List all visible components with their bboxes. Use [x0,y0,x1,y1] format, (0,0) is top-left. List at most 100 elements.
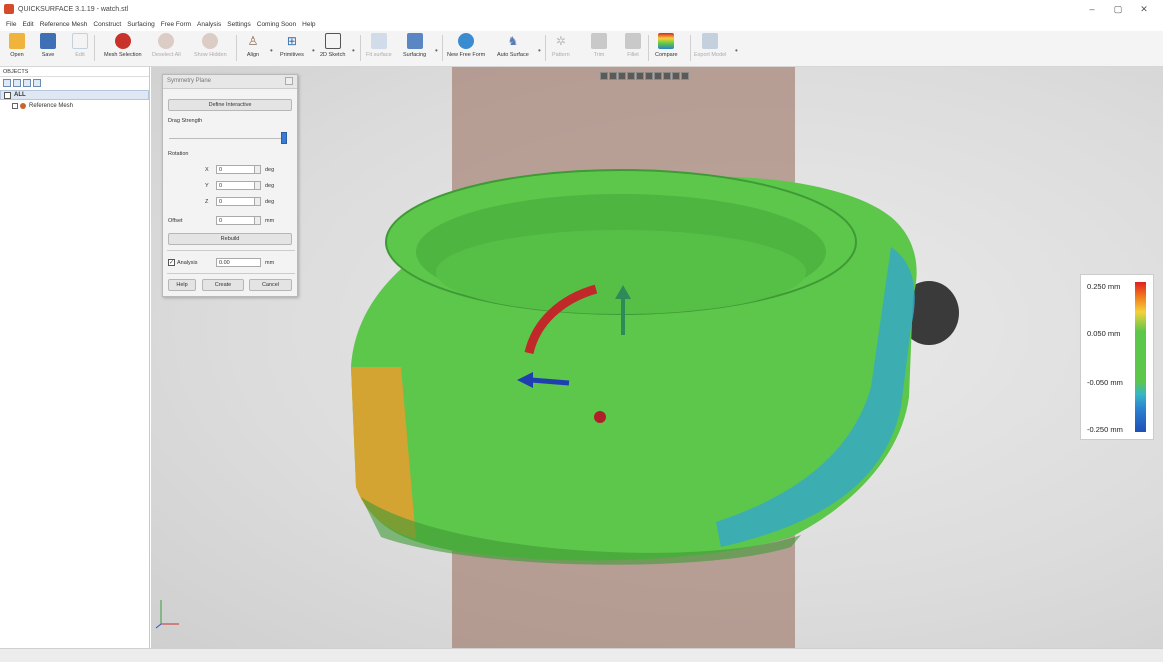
menu-analysis[interactable]: Analysis [197,21,221,28]
save-button[interactable]: Save [40,33,56,58]
mesh-selection-icon [114,33,131,49]
edit-button[interactable]: Edit [72,33,88,58]
new-free-form-button[interactable]: New Free Form [447,33,485,58]
spin-arrows-icon[interactable] [254,198,260,205]
drag-strength-track [169,138,287,139]
sketch-dropdown-icon[interactable]: • [352,46,355,55]
menu-file[interactable]: File [6,21,16,28]
analysis-unit: mm [265,260,275,266]
offset-unit: mm [265,218,275,224]
pattern-icon: ✲ [555,34,566,48]
analysis-checkbox[interactable]: ✓ [168,259,175,266]
offset-input[interactable]: 0 [216,216,261,225]
view-shade-icon[interactable] [672,72,680,80]
menu-construct[interactable]: Construct [93,21,121,28]
expand-icon[interactable] [4,91,11,99]
app-logo-icon [4,4,14,14]
show-hidden-button[interactable]: Show Hidden [194,33,227,58]
surfacing-dropdown-icon[interactable]: • [435,46,438,55]
rotation-z-unit: deg [265,199,275,205]
create-button[interactable]: Create [202,279,244,291]
dialog-close-icon[interactable] [285,77,293,85]
mesh-icon [20,102,26,109]
view-top-icon[interactable] [636,72,644,80]
toolbar-separator [690,35,691,61]
align-button[interactable]: ♙ Align [245,33,261,58]
view-back-icon[interactable] [609,72,617,80]
surfacing-button[interactable]: Surfacing [403,33,426,58]
deselect-icon [158,33,175,49]
view-bottom-icon[interactable] [645,72,653,80]
objects-toolbar [0,77,149,89]
spin-arrows-icon[interactable] [254,217,260,224]
auto-surface-dropdown-icon[interactable]: • [538,46,541,55]
settings-icon[interactable] [33,79,41,87]
align-icon: ♙ [247,34,259,48]
main-toolbar: Open Save Edit Mesh Selection Deselect A… [0,31,1163,67]
analysis-input[interactable]: 0.00 [216,258,261,267]
menu-surfacing[interactable]: Surfacing [127,21,154,28]
rotation-x-label: X [205,167,209,173]
fillet-button[interactable]: Fillet [625,33,641,58]
export-dropdown-icon[interactable]: • [735,46,738,55]
fit-surface-button[interactable]: Fit surface [366,33,392,58]
plane-center-handle[interactable] [594,411,606,423]
close-button[interactable]: ✕ [1131,0,1157,18]
view-iso-icon[interactable] [654,72,662,80]
tree-root-all[interactable]: ALL [0,90,149,100]
view-toolbar [600,72,689,80]
toolbar-separator [648,35,649,61]
maximize-button[interactable]: ▢ [1105,0,1131,18]
visibility-checkbox[interactable] [12,102,18,109]
menu-settings[interactable]: Settings [227,21,251,28]
deselect-all-button[interactable]: Deselect All [152,33,181,58]
view-left-icon[interactable] [618,72,626,80]
rotation-z-input[interactable]: 0 [216,197,261,206]
menu-free-form[interactable]: Free Form [161,21,191,28]
align-dropdown-icon[interactable]: • [270,46,273,55]
rebuild-button[interactable]: Rebuild [168,233,292,245]
symmetry-plane-dialog: Symmetry Plane Define Interactive Drag S… [162,74,298,297]
compare-button[interactable]: Compare [655,33,678,58]
view-options-icon[interactable] [681,72,689,80]
view-right-icon[interactable] [627,72,635,80]
spin-arrows-icon[interactable] [254,166,260,173]
trim-icon [591,33,607,49]
minimize-button[interactable]: – [1079,0,1105,18]
dialog-title: Symmetry Plane [167,78,212,84]
window-controls: – ▢ ✕ [1079,0,1157,18]
view-fit-icon[interactable] [663,72,671,80]
tree-view-icon[interactable] [13,79,21,87]
spin-arrows-icon[interactable] [254,182,260,189]
export-model-button[interactable]: Export Model [694,33,726,58]
drag-strength-slider[interactable] [281,132,287,144]
pattern-button[interactable]: ✲ Pattern [552,33,570,58]
primitives-button[interactable]: ⊞ Primitives [280,33,304,58]
trim-button[interactable]: Trim [591,33,607,58]
rotation-label: Rotation [168,151,189,157]
help-button[interactable]: Help [168,279,196,291]
status-bar [0,648,1163,662]
list-view-icon[interactable] [3,79,11,87]
menu-reference-mesh[interactable]: Reference Mesh [40,21,88,28]
rotation-y-input[interactable]: 0 [216,181,261,190]
menu-help[interactable]: Help [302,21,315,28]
translate-arrow-x[interactable] [530,377,570,386]
view-front-icon[interactable] [600,72,608,80]
sketch-2d-button[interactable]: 2D Sketch [320,33,345,58]
primitives-icon: ⊞ [286,34,297,48]
define-interactive-button[interactable]: Define Interactive [168,99,292,111]
edit-icon [72,33,88,49]
primitives-dropdown-icon[interactable]: • [312,46,315,55]
3d-viewport[interactable] [151,67,1163,648]
filter-icon[interactable] [23,79,31,87]
auto-surface-button[interactable]: ♞ Auto Surface [497,33,529,58]
open-button[interactable]: Open [9,33,25,58]
objects-panel: OBJECTS ALL Reference Mesh [0,67,150,648]
tree-item-reference-mesh[interactable]: Reference Mesh [0,100,149,111]
rotation-x-input[interactable]: 0 [216,165,261,174]
mesh-selection-button[interactable]: Mesh Selection [104,33,142,58]
menu-edit[interactable]: Edit [22,21,33,28]
menu-coming-soon[interactable]: Coming Soon [257,21,296,28]
cancel-button[interactable]: Cancel [249,279,292,291]
